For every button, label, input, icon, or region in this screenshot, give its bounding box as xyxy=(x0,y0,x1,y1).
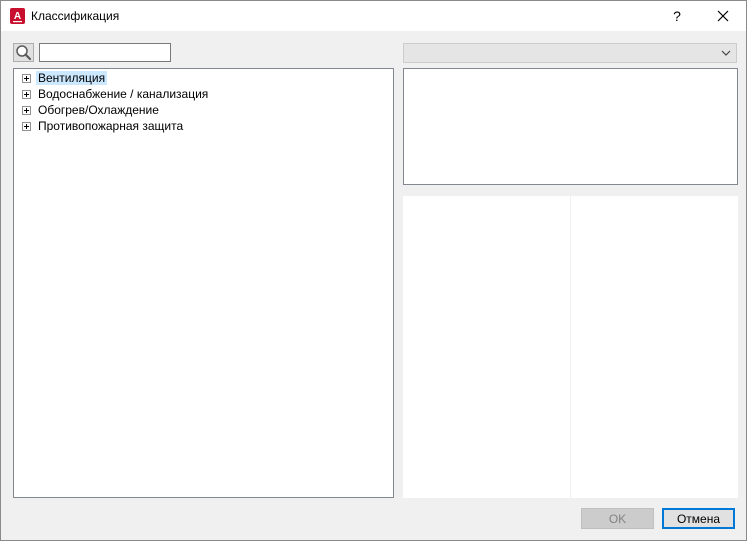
search-button[interactable] xyxy=(13,43,34,62)
close-icon xyxy=(717,10,729,22)
autocad-app-icon: A xyxy=(10,8,25,24)
tree-item-heating-cooling[interactable]: Обогрев/Охлаждение xyxy=(22,102,161,118)
expand-plus-icon[interactable] xyxy=(22,73,31,83)
tree-item-fire-protection[interactable]: Противопожарная защита xyxy=(22,118,185,134)
tree-item-label: Водоснабжение / канализация xyxy=(38,87,209,101)
close-button[interactable] xyxy=(700,1,746,31)
expand-plus-icon[interactable] xyxy=(22,121,31,131)
type-dropdown[interactable] xyxy=(403,43,737,63)
help-button[interactable]: ? xyxy=(654,1,700,31)
title-bar[interactable]: A Классификация ? xyxy=(1,1,746,31)
tree-item-label: Обогрев/Охлаждение xyxy=(38,103,159,117)
tree-item-ventilation[interactable]: Вентиляция xyxy=(22,70,108,86)
classification-dialog: A Классификация ? Вентиляция Водоснабжен… xyxy=(0,0,747,541)
expand-plus-icon[interactable] xyxy=(22,89,31,99)
properties-column-divider[interactable] xyxy=(570,196,571,498)
tree-item-label: Противопожарная защита xyxy=(38,119,184,133)
ok-button[interactable]: OK xyxy=(581,508,654,529)
preview-area xyxy=(403,68,738,185)
window-title: Классификация xyxy=(31,9,120,23)
classification-tree[interactable]: Вентиляция Водоснабжение / канализация О… xyxy=(13,68,394,498)
cancel-button[interactable]: Отмена xyxy=(662,508,735,529)
search-input[interactable] xyxy=(39,43,171,62)
tree-item-water-supply[interactable]: Водоснабжение / канализация xyxy=(22,86,210,102)
chevron-down-icon xyxy=(721,50,731,56)
tree-item-label: Вентиляция xyxy=(36,71,108,85)
magnifier-icon xyxy=(16,45,32,61)
properties-panel xyxy=(403,196,738,498)
expand-plus-icon[interactable] xyxy=(22,105,31,115)
app-icon-letter: A xyxy=(14,11,21,22)
